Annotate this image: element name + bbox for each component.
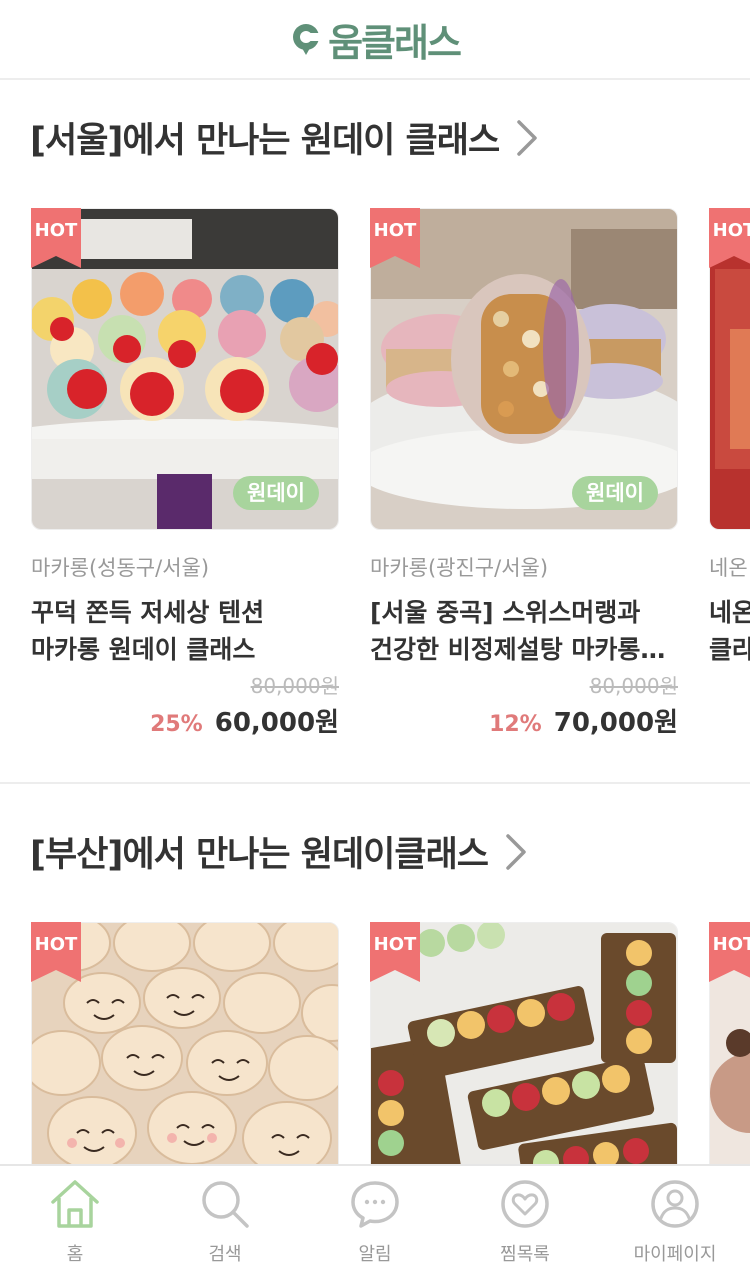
class-card[interactable]: HOT 원데이 마카롱(성동구/서울) 꾸덕 쫀득 저세상 텐션 마카롱 원데이… [31,208,339,748]
class-card[interactable]: HOT [709,922,750,1164]
class-name: 꾸덕 쫀득 저세상 텐션 마카롱 원데이 클래스 [31,594,339,668]
tab-home[interactable]: 홈 [0,1166,150,1276]
hot-badge-label: HOT [373,934,417,955]
class-category: 네온 [709,556,748,580]
hot-badge-label: HOT [373,220,417,241]
section-title-seoul[interactable]: [서울]에서 만나는 원데이 클래스 [30,112,541,163]
class-card[interactable]: HOT 네온 네온 클라 [709,208,750,748]
search-icon [202,1181,249,1228]
tab-notifications[interactable]: 알림 [300,1166,450,1276]
chevron-right-icon [517,119,537,156]
logo-text: 움클래스 [328,20,462,65]
tab-mypage[interactable]: 마이페이지 [600,1166,750,1276]
section-divider [0,782,750,784]
class-name-line: [서울 중곡] 스위스머랭과 [370,598,641,627]
class-name-line: 클라 [709,635,750,664]
section-title-text: [서울]에서 만나는 원데이 클래스 [30,121,500,161]
home-icon [51,1180,99,1228]
oneday-badge: 원데이 [572,476,658,510]
class-name-line: 꾸덕 쫀득 저세상 텐션 [31,598,265,627]
class-card[interactable]: HOT [31,922,339,1164]
bottom-tab-bar: 홈 검색 알림 찜목록 마이페이지 [0,1164,750,1276]
discount-rate: 25% [150,712,203,737]
tab-label: 홈 [66,1244,84,1265]
user-icon [651,1180,699,1228]
discount-rate: 12% [489,712,542,737]
class-name: 네온 클라 [709,594,750,668]
section-title-text: [부산]에서 만나는 원데이클래스 [30,835,489,875]
class-name-line: 네온 [709,598,750,627]
class-category: 마카롱(광진구/서울) [370,556,549,580]
logo-mark-icon [293,24,321,55]
class-card[interactable]: HOT [370,922,678,1164]
hot-badge-label: HOT [712,934,750,955]
tab-wishlist[interactable]: 찜목록 [450,1166,600,1276]
original-price: 80,000원 [589,674,678,698]
section-title-busan[interactable]: [부산]에서 만나는 원데이클래스 [30,826,530,877]
class-card[interactable]: HOT 원데이 마카롱(광진구/서울) [서울 중곡] 스위스머랭과 건강한 비… [370,208,678,748]
section-seoul: [서울]에서 만나는 원데이 클래스 HOT 원데이 마카롱(성동구/서울) 꾸… [0,82,750,782]
class-name: [서울 중곡] 스위스머랭과 건강한 비정제설탕 마카롱… [370,594,678,668]
tab-label: 찜목록 [500,1244,550,1265]
chat-bubble-icon [351,1181,399,1228]
tab-label: 마이페이지 [633,1244,717,1265]
hot-badge-label: HOT [34,220,78,241]
class-category: 마카롱(성동구/서울) [31,556,210,580]
price-line: 12% 70,000원 [489,702,678,739]
app-logo[interactable]: 움클래스 [290,12,462,67]
original-price: 80,000원 [250,674,339,698]
chevron-right-icon [506,833,526,870]
sale-price: 60,000원 [214,708,339,738]
tab-label: 검색 [208,1244,242,1265]
price-line: 25% 60,000원 [150,702,339,739]
heart-icon [501,1180,549,1228]
class-name-line: 건강한 비정제설탕 마카롱… [370,635,666,664]
app-header: 움클래스 [0,0,750,80]
class-name-line: 마카롱 원데이 클래스 [31,635,256,664]
tab-label: 알림 [358,1244,392,1265]
tab-search[interactable]: 검색 [150,1166,300,1276]
hot-badge-label: HOT [34,934,78,955]
hot-badge-label: HOT [712,220,750,241]
sale-price: 70,000원 [553,708,678,738]
oneday-badge: 원데이 [233,476,319,510]
section-busan: [부산]에서 만나는 원데이클래스 HOT HOT HOT [0,796,750,1164]
